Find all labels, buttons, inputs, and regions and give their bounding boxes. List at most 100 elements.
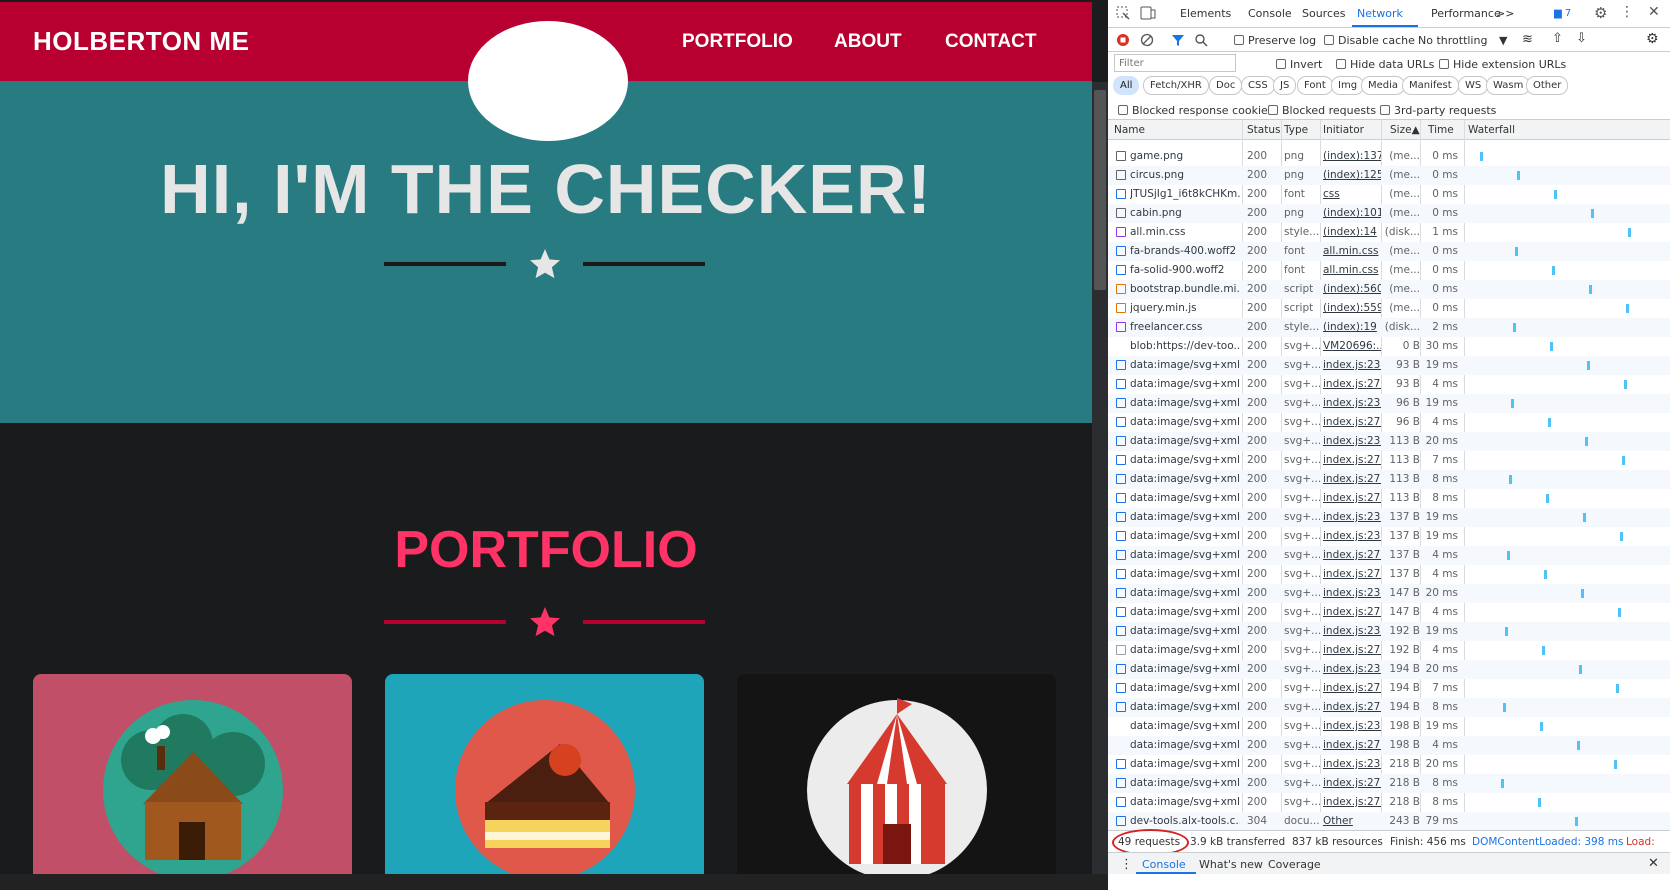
type-filter-fetch-xhr[interactable]: Fetch/XHR <box>1143 76 1209 95</box>
issues-badge[interactable]: ▆ 7 <box>1554 8 1571 19</box>
type-filter-media[interactable]: Media <box>1361 76 1406 95</box>
table-row[interactable]: data:image/svg+xml... 200 svg+... index.js:… <box>1108 622 1670 641</box>
import-har-icon[interactable]: ⇧ <box>1552 31 1563 46</box>
hide-extension-urls-checkbox[interactable]: Hide extension URLs <box>1439 58 1566 71</box>
record-stop-icon[interactable] <box>1116 33 1130 47</box>
table-row[interactable]: jquery.min.js 200 script (index):559 (me... 0… <box>1108 299 1670 318</box>
preserve-log-checkbox[interactable]: Preserve log <box>1234 34 1316 47</box>
settings-gear-icon[interactable]: ⚙ <box>1594 4 1607 22</box>
table-row[interactable]: data:image/svg+xml... 200 svg+... index.js:… <box>1108 774 1670 793</box>
tab-sources[interactable]: Sources <box>1302 7 1346 20</box>
nav-portfolio-link[interactable]: PORTFOLIO <box>682 31 793 53</box>
request-initiator[interactable]: index.js:27... <box>1323 568 1381 580</box>
col-time[interactable]: Time <box>1428 124 1454 136</box>
request-initiator[interactable]: index.js:23... <box>1323 587 1381 599</box>
col-initiator[interactable]: Initiator <box>1323 124 1364 136</box>
table-row[interactable]: cabin.png 200 png (index):101 (me... 0 ms <box>1108 204 1670 223</box>
portfolio-card-circus[interactable] <box>737 674 1056 890</box>
request-initiator[interactable]: index.js:27... <box>1323 473 1381 485</box>
col-name[interactable]: Name <box>1114 124 1145 136</box>
col-size[interactable]: Size▲ <box>1390 124 1420 136</box>
table-row[interactable]: data:image/svg+xml... 200 svg+... index.js:… <box>1108 793 1670 812</box>
request-initiator[interactable]: index.js:27... <box>1323 378 1381 390</box>
request-initiator[interactable]: Other <box>1323 815 1381 827</box>
request-initiator[interactable]: index.js:27... <box>1323 796 1381 808</box>
request-initiator[interactable]: (index):125 <box>1323 169 1381 181</box>
type-filter-manifest[interactable]: Manifest <box>1402 76 1459 95</box>
request-initiator[interactable]: index.js:23... <box>1323 625 1381 637</box>
table-row[interactable]: data:image/svg+xml... 200 svg+... index.js:… <box>1108 375 1670 394</box>
table-row[interactable]: data:image/svg+xml... 200 svg+... index.js:… <box>1108 394 1670 413</box>
type-filter-css[interactable]: CSS <box>1241 76 1275 95</box>
table-row[interactable]: game.png 200 png (index):137 (me... 0 ms <box>1108 147 1670 166</box>
disable-cache-checkbox[interactable]: Disable cache <box>1324 34 1415 47</box>
table-row[interactable]: data:image/svg+xml... 200 svg+... index.js:… <box>1108 736 1670 755</box>
table-row[interactable]: JTUSjIg1_i6t8kCHKm... 200 font css (me... 0 m… <box>1108 185 1670 204</box>
type-filter-other[interactable]: Other <box>1526 76 1569 95</box>
clear-icon[interactable] <box>1140 33 1154 47</box>
close-icon[interactable]: ✕ <box>1648 4 1660 20</box>
request-initiator[interactable]: index.js:27... <box>1323 454 1381 466</box>
table-row[interactable]: data:image/svg+xml... 200 svg+... index.js:… <box>1108 641 1670 660</box>
search-icon[interactable] <box>1194 33 1208 47</box>
table-row[interactable]: data:image/svg+xml... 200 svg+... index.js:… <box>1108 527 1670 546</box>
type-filter-ws[interactable]: WS <box>1458 76 1489 95</box>
tab-elements[interactable]: Elements <box>1180 7 1231 20</box>
table-row[interactable]: data:image/svg+xml... 200 svg+... index.js:… <box>1108 470 1670 489</box>
device-toolbar-icon[interactable] <box>1140 6 1156 20</box>
request-initiator[interactable]: (index):14 <box>1323 226 1381 238</box>
request-initiator[interactable]: index.js:23... <box>1323 758 1381 770</box>
type-filter-img[interactable]: Img <box>1331 76 1365 95</box>
request-initiator[interactable]: all.min.css <box>1323 245 1381 257</box>
table-row[interactable]: data:image/svg+xml... 200 svg+... index.js:… <box>1108 508 1670 527</box>
request-initiator[interactable]: (index):19 <box>1323 321 1381 333</box>
col-status[interactable]: Status <box>1247 124 1280 136</box>
third-party-requests-checkbox[interactable]: 3rd-party requests <box>1380 104 1496 117</box>
type-filter-js[interactable]: JS <box>1273 76 1297 95</box>
type-filter-wasm[interactable]: Wasm <box>1486 76 1531 95</box>
drawer-menu-icon[interactable]: ⋮ <box>1120 857 1133 872</box>
table-row[interactable]: data:image/svg+xml... 200 svg+... index.js:… <box>1108 584 1670 603</box>
table-row[interactable]: data:image/svg+xml... 200 svg+... index.js:… <box>1108 679 1670 698</box>
request-initiator[interactable]: index.js:27... <box>1323 549 1381 561</box>
request-initiator[interactable]: index.js:23... <box>1323 511 1381 523</box>
request-initiator[interactable]: index.js:23... <box>1323 720 1381 732</box>
table-row[interactable]: fa-solid-900.woff2 200 font all.min.css (me.… <box>1108 261 1670 280</box>
portfolio-card-cabin[interactable] <box>33 674 352 890</box>
request-initiator[interactable]: (index):137 <box>1323 150 1381 162</box>
table-row[interactable]: data:image/svg+xml... 200 svg+... index.js:… <box>1108 546 1670 565</box>
drawer-tab-whats-new[interactable]: What's new <box>1199 858 1263 871</box>
request-initiator[interactable]: index.js:23... <box>1323 359 1381 371</box>
network-conditions-icon[interactable]: ≋ <box>1522 32 1533 47</box>
inspect-element-icon[interactable] <box>1116 6 1130 20</box>
table-row[interactable]: data:image/svg+xml... 200 svg+... index.js:… <box>1108 603 1670 622</box>
table-row[interactable]: blob:https://dev-too... 200 svg+... VM20696… <box>1108 337 1670 356</box>
portfolio-card-cake[interactable] <box>385 674 704 890</box>
request-initiator[interactable]: all.min.css <box>1323 264 1381 276</box>
filter-input[interactable] <box>1114 54 1236 72</box>
col-waterfall[interactable]: Waterfall <box>1468 124 1515 136</box>
drawer-tab-console[interactable]: Console <box>1142 858 1186 871</box>
type-filter-all[interactable]: All <box>1113 76 1140 95</box>
drawer-tab-coverage[interactable]: Coverage <box>1268 858 1321 871</box>
table-row[interactable]: data:image/svg+xml... 200 svg+... index.js:… <box>1108 432 1670 451</box>
tab-console[interactable]: Console <box>1248 7 1292 20</box>
request-initiator[interactable]: index.js:27... <box>1323 492 1381 504</box>
type-filter-font[interactable]: Font <box>1297 76 1333 95</box>
table-row[interactable]: data:image/svg+xml... 200 svg+... index.js:… <box>1108 356 1670 375</box>
tab-network[interactable]: Network <box>1357 7 1403 20</box>
request-initiator[interactable]: css <box>1323 188 1381 200</box>
request-initiator[interactable]: index.js:23... <box>1323 397 1381 409</box>
nav-contact-link[interactable]: CONTACT <box>945 31 1036 53</box>
table-row[interactable]: fa-brands-400.woff2 200 font all.min.css (me… <box>1108 242 1670 261</box>
invert-checkbox[interactable]: Invert <box>1276 58 1322 71</box>
request-initiator[interactable]: index.js:23... <box>1323 663 1381 675</box>
type-filter-doc[interactable]: Doc <box>1209 76 1243 95</box>
request-initiator[interactable]: index.js:27... <box>1323 701 1381 713</box>
network-settings-icon[interactable]: ⚙ <box>1646 31 1659 47</box>
filter-funnel-icon[interactable] <box>1171 33 1185 47</box>
col-type[interactable]: Type <box>1284 124 1308 136</box>
nav-about-link[interactable]: ABOUT <box>834 31 902 53</box>
table-row[interactable]: data:image/svg+xml... 200 svg+... index.js:… <box>1108 660 1670 679</box>
table-row[interactable]: dev-tools.alx-tools.c... 304 docu... Other 2… <box>1108 812 1670 830</box>
